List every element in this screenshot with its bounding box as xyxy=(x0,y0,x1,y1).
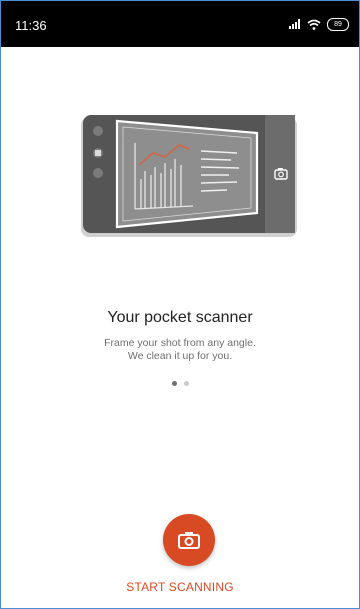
camera-icon xyxy=(178,532,200,549)
app-screen: 11:36 89 Your pocket scanner Frame your … xyxy=(0,0,360,609)
start-scanning-label[interactable]: START SCANNING xyxy=(1,580,359,594)
page-dot-1[interactable] xyxy=(172,381,177,386)
start-scanning-button[interactable] xyxy=(163,514,215,566)
page-indicator xyxy=(172,381,189,386)
onboarding-subtitle: Frame your shot from any angle. We clean… xyxy=(1,337,359,363)
status-time: 11:36 xyxy=(15,18,47,33)
phone-scanning-illustration xyxy=(81,115,297,237)
page-dot-2[interactable] xyxy=(184,381,189,386)
battery-icon: 89 xyxy=(327,17,349,31)
wifi-icon xyxy=(307,19,321,30)
onboarding-title: Your pocket scanner xyxy=(107,309,253,326)
status-icons: 89 xyxy=(289,15,349,33)
subtitle-line-2: We clean it up for you. xyxy=(127,350,233,362)
signal-icon xyxy=(289,19,300,29)
status-bar: 11:36 89 xyxy=(1,1,359,47)
battery-level: 89 xyxy=(334,20,342,28)
subtitle-line-1: Frame your shot from any angle. xyxy=(104,337,256,349)
